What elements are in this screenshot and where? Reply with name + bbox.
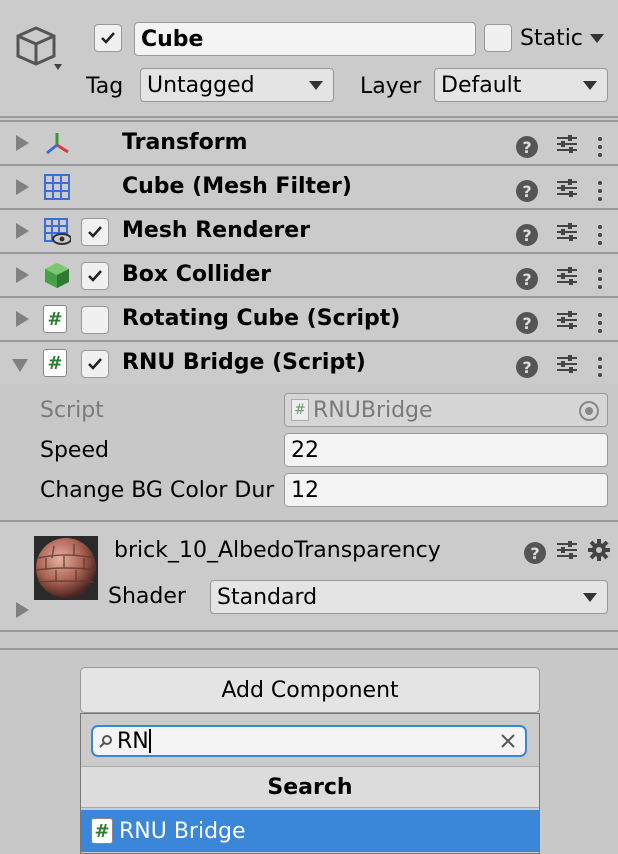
component-transform[interactable]: Transform ?: [0, 120, 618, 164]
speed-field[interactable]: 22: [284, 433, 608, 467]
shader-label: Shader: [108, 584, 186, 609]
script-label: Script: [40, 398, 104, 423]
presets-icon[interactable]: [556, 353, 578, 381]
layer-label: Layer: [360, 74, 422, 99]
add-component-popup: RN Search # RNU Bridge: [80, 713, 540, 854]
script-object-field[interactable]: # RNUBridge: [284, 393, 608, 427]
help-icon[interactable]: ?: [516, 312, 538, 334]
context-menu-icon[interactable]: [596, 357, 604, 377]
foldout-arrow-icon[interactable]: [16, 135, 29, 151]
component-title: RNU Bridge (Script): [122, 350, 366, 375]
presets-icon[interactable]: [556, 265, 578, 293]
presets-icon[interactable]: [556, 177, 578, 205]
component-title: Box Collider: [122, 262, 272, 287]
help-icon[interactable]: ?: [516, 356, 538, 378]
context-menu-icon[interactable]: [596, 313, 604, 333]
component-title: Rotating Cube (Script): [122, 306, 401, 331]
speed-label: Speed: [40, 438, 109, 463]
presets-icon[interactable]: [556, 133, 578, 161]
material-preview: [34, 536, 98, 600]
search-header: Search: [81, 766, 539, 808]
chevron-down-icon: [583, 593, 597, 602]
presets-icon[interactable]: [556, 221, 578, 249]
foldout-arrow-icon[interactable]: [16, 311, 29, 327]
layer-value: Default: [441, 72, 522, 98]
chevron-down-icon: [309, 81, 323, 90]
search-header-label: Search: [267, 774, 353, 800]
script-icon: #: [291, 399, 309, 421]
script-icon: #: [91, 818, 113, 844]
context-menu-icon[interactable]: [596, 225, 604, 245]
tag-value: Untagged: [147, 72, 255, 98]
component-rotating-cube[interactable]: # Rotating Cube (Script) ?: [0, 296, 618, 340]
component-search-input[interactable]: RN: [91, 725, 527, 757]
static-checkbox[interactable]: [484, 24, 512, 52]
script-value: RNUBridge: [313, 397, 433, 423]
search-icon: [99, 729, 113, 754]
tag-dropdown[interactable]: Untagged: [140, 68, 334, 102]
add-component-label: Add Component: [221, 677, 399, 703]
component-enabled-checkbox[interactable]: [81, 218, 109, 246]
change-bg-color-label: Change BG Color Dur: [40, 478, 275, 503]
script-icon: #: [43, 349, 71, 377]
inspector-header: Cube Static Tag Untagged Layer Default: [0, 0, 618, 118]
foldout-arrow-icon[interactable]: [16, 179, 29, 195]
component-box-collider[interactable]: Box Collider ?: [0, 252, 618, 296]
text-cursor: [148, 729, 151, 753]
material-section: brick_10_AlbedoTransparency ? Shader Sta…: [0, 520, 618, 632]
shader-value: Standard: [217, 584, 318, 610]
change-bg-color-field[interactable]: 12: [284, 473, 608, 507]
search-value: RN: [117, 728, 149, 754]
component-rnu-bridge[interactable]: # RNU Bridge (Script) ?: [0, 340, 618, 384]
object-picker-icon[interactable]: [579, 401, 599, 421]
speed-value: 22: [291, 437, 319, 463]
component-title: Cube (Mesh Filter): [122, 174, 352, 199]
mesh-renderer-icon: [43, 217, 72, 245]
static-dropdown-icon[interactable]: [590, 34, 604, 43]
help-icon[interactable]: ?: [516, 180, 538, 202]
chevron-down-icon: [583, 81, 597, 90]
material-name: brick_10_AlbedoTransparency: [114, 538, 441, 563]
presets-icon[interactable]: [556, 309, 578, 337]
change-bg-color-value: 12: [291, 477, 319, 503]
component-enabled-checkbox[interactable]: [81, 306, 109, 334]
component-mesh-filter[interactable]: Cube (Mesh Filter) ?: [0, 164, 618, 208]
help-icon[interactable]: ?: [524, 542, 546, 564]
script-icon: #: [43, 305, 71, 333]
help-icon[interactable]: ?: [516, 136, 538, 158]
layer-dropdown[interactable]: Default: [434, 68, 608, 102]
foldout-arrow-icon[interactable]: [16, 267, 29, 283]
context-menu-icon[interactable]: [596, 181, 604, 201]
clear-search-icon[interactable]: [499, 731, 517, 756]
component-enabled-checkbox[interactable]: [81, 262, 109, 290]
rnu-bridge-properties: Script # RNUBridge Speed 22 Change BG Co…: [0, 384, 618, 520]
context-menu-icon[interactable]: [596, 269, 604, 289]
active-checkbox[interactable]: [94, 24, 122, 52]
mesh-filter-icon: [43, 173, 71, 201]
component-title: Mesh Renderer: [122, 218, 311, 243]
box-collider-icon: [43, 261, 71, 289]
tag-label: Tag: [86, 74, 124, 99]
component-enabled-checkbox[interactable]: [81, 350, 109, 378]
presets-icon[interactable]: [556, 539, 578, 567]
static-label: Static: [520, 26, 583, 51]
help-icon[interactable]: ?: [516, 268, 538, 290]
object-name-value: Cube: [141, 26, 204, 52]
component-mesh-renderer[interactable]: Mesh Renderer ?: [0, 208, 618, 252]
context-menu-icon[interactable]: [596, 137, 604, 157]
search-result-item[interactable]: # RNU Bridge: [81, 810, 539, 852]
gear-icon[interactable]: [588, 539, 610, 567]
help-icon[interactable]: ?: [516, 224, 538, 246]
material-foldout-icon[interactable]: [16, 602, 29, 618]
divider: [0, 648, 618, 650]
search-result-label: RNU Bridge: [119, 818, 246, 844]
foldout-arrow-icon[interactable]: [12, 359, 28, 372]
component-title: Transform: [122, 130, 248, 155]
foldout-arrow-icon[interactable]: [16, 223, 29, 239]
shader-dropdown[interactable]: Standard: [210, 580, 608, 614]
object-name-field[interactable]: Cube: [134, 22, 476, 56]
transform-icon: [43, 129, 71, 157]
gameobject-cube-icon[interactable]: [14, 24, 62, 76]
add-component-button[interactable]: Add Component: [80, 667, 540, 713]
